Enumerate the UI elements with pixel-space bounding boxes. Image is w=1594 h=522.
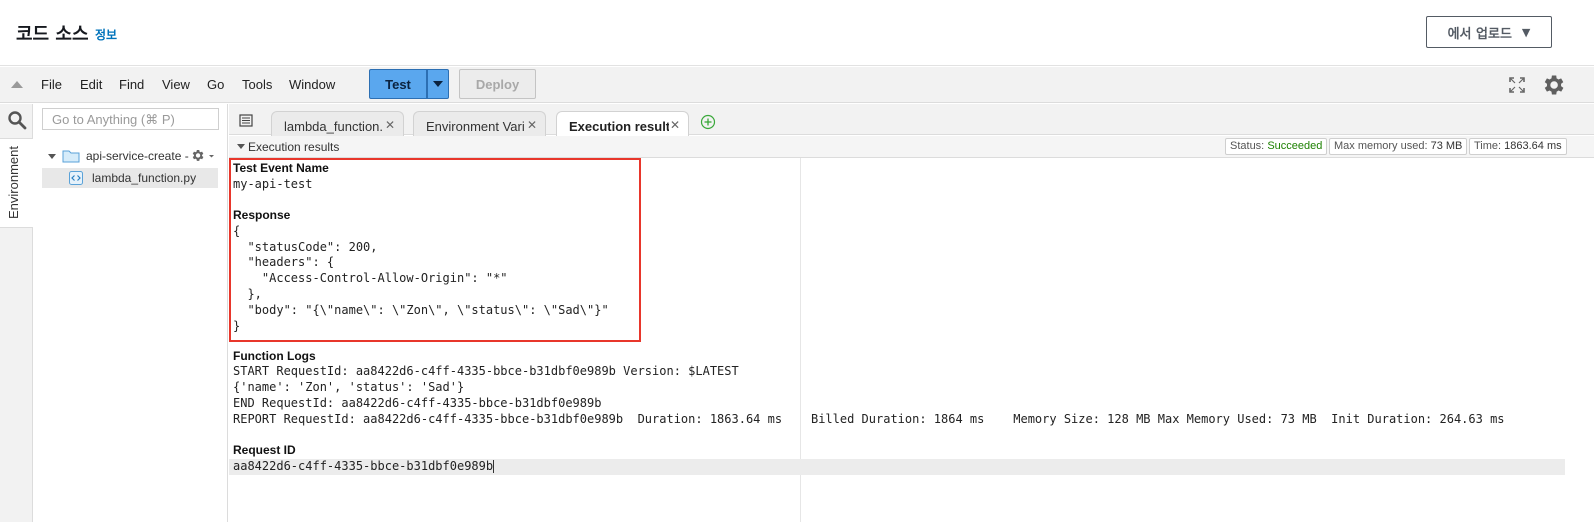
response-line: "headers": {	[233, 255, 335, 269]
tab-label: Execution results	[569, 119, 669, 134]
function-logs-heading: Function Logs	[233, 349, 316, 363]
time-value: 1863.64 ms	[1504, 140, 1562, 152]
upload-button-label: 에서 업로드	[1447, 26, 1512, 42]
max-memory-badge: Max memory used: 73 MB	[1329, 138, 1468, 155]
menu-tools[interactable]: Tools	[242, 77, 272, 92]
status-label: Status:	[1230, 140, 1265, 152]
request-id-heading: Request ID	[233, 443, 296, 457]
gear-icon[interactable]	[1540, 72, 1566, 98]
response-line: }	[233, 319, 241, 333]
test-button[interactable]: Test	[369, 69, 427, 99]
tabs-menu-icon[interactable]	[239, 114, 253, 127]
memory-label: Max memory used:	[1334, 140, 1428, 152]
response-line: "body": "{\"name\": \"Zon\", \"status\":…	[233, 303, 609, 317]
environment-tab-label: Environment	[6, 146, 21, 219]
caret-down-icon: ▼	[1521, 25, 1531, 39]
response-heading: Response	[233, 208, 291, 222]
status-value: Succeeded	[1267, 140, 1323, 152]
ide-menubar: File Edit Find View Go Tools Window Test…	[0, 67, 1594, 103]
response-line: "Access-Control-Allow-Origin": "*"	[233, 271, 508, 285]
log-line: {'name': 'Zon', 'status': 'Sad'}	[233, 380, 465, 394]
folder-name: api-service-create -	[86, 149, 189, 163]
folder-tree-item[interactable]: api-service-create -	[48, 149, 189, 163]
go-to-anything-input[interactable]	[42, 108, 219, 130]
caret-down-icon	[48, 153, 56, 159]
memory-value: 73 MB	[1430, 140, 1463, 152]
add-tab-icon[interactable]	[700, 114, 716, 130]
file-panel: api-service-create - lambda_function.py	[34, 104, 228, 522]
folder-icon	[62, 150, 80, 163]
caret-down-icon	[433, 81, 443, 87]
page-header: 코드 소스 정보 에서 업로드 ▼	[0, 0, 1594, 66]
tab-execution-results[interactable]: Execution results ✕	[556, 111, 689, 136]
tab-label: Environment Vari	[426, 119, 525, 134]
request-id-text: aa8422d6-c4ff-4335-bbce-b31dbf0e989b	[233, 459, 494, 473]
menu-go[interactable]: Go	[207, 77, 224, 92]
upload-from-button[interactable]: 에서 업로드 ▼	[1426, 16, 1552, 48]
folder-settings-gear-icon[interactable]	[190, 148, 216, 164]
text-cursor	[493, 460, 495, 473]
status-badge: Status: Succeeded	[1225, 138, 1328, 155]
response-line: "statusCode": 200,	[233, 240, 378, 254]
execution-results-content: Test Event Name my-api-test Response { "…	[229, 158, 1594, 522]
menu-file[interactable]: File	[41, 77, 62, 92]
file-name: lambda_function.py	[92, 171, 197, 185]
environment-tab[interactable]: Environment	[0, 138, 33, 228]
test-event-heading: Test Event Name	[233, 161, 329, 175]
test-dropdown-button[interactable]	[427, 69, 449, 99]
execution-results-title: Execution results	[248, 140, 340, 154]
page-title: 코드 소스	[16, 24, 89, 45]
file-tree-item[interactable]: lambda_function.py	[42, 168, 218, 188]
response-line: },	[233, 287, 262, 301]
menu-view[interactable]: View	[162, 77, 190, 92]
tab-lambda-function[interactable]: lambda_function. ✕	[271, 111, 404, 136]
close-icon[interactable]: ✕	[670, 118, 680, 132]
menu-window[interactable]: Window	[289, 77, 335, 92]
log-line: START RequestId: aa8422d6-c4ff-4335-bbce…	[233, 364, 739, 378]
close-icon[interactable]: ✕	[385, 118, 395, 132]
menu-edit[interactable]: Edit	[80, 77, 102, 92]
response-line: {	[233, 224, 241, 238]
time-badge: Time: 1863.64 ms	[1469, 138, 1567, 155]
time-label: Time:	[1474, 140, 1502, 152]
request-id-value[interactable]: aa8422d6-c4ff-4335-bbce-b31dbf0e989b	[233, 459, 495, 475]
fullscreen-icon[interactable]	[1508, 76, 1526, 94]
editor-tabbar: lambda_function. ✕ Environment Vari ✕ Ex…	[229, 104, 1594, 136]
info-link[interactable]: 정보	[95, 26, 117, 43]
test-event-name: my-api-test	[233, 177, 313, 191]
execution-results-bar: Execution results Status: Succeeded Max …	[229, 136, 1594, 158]
tab-environment-variables[interactable]: Environment Vari ✕	[413, 111, 546, 136]
menu-find[interactable]: Find	[119, 77, 144, 92]
log-line: END RequestId: aa8422d6-c4ff-4335-bbce-b…	[233, 396, 602, 410]
log-line: REPORT RequestId: aa8422d6-c4ff-4335-bbc…	[233, 412, 1505, 426]
code-file-icon	[69, 171, 83, 185]
tab-label: lambda_function.	[284, 119, 384, 134]
left-rail: Environment	[0, 104, 33, 522]
close-icon[interactable]: ✕	[527, 118, 537, 132]
collapse-caret-icon[interactable]	[237, 144, 245, 149]
deploy-button[interactable]: Deploy	[459, 69, 536, 99]
search-icon[interactable]	[7, 110, 27, 130]
collapse-arrow-icon[interactable]	[11, 81, 23, 88]
test-button-group: Test	[369, 69, 449, 99]
